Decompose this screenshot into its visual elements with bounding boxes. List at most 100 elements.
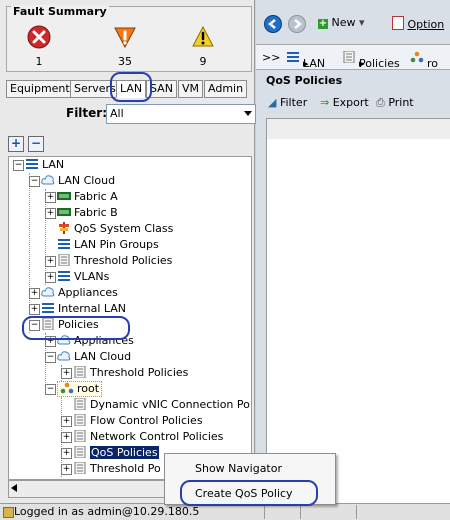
tab-vm[interactable]: VM — [178, 80, 204, 98]
breadcrumb-prefix: >> — [262, 51, 281, 64]
tree-node-root[interactable]: − root — [45, 381, 103, 397]
main-toolbar: + New ▾ Option — [256, 10, 450, 38]
new-button[interactable]: + New ▾ — [318, 16, 365, 29]
new-icon: + — [318, 18, 328, 29]
breadcrumb-item-lan[interactable]: LAN ▸ — [286, 51, 325, 70]
tree-node-qos-system-class[interactable]: QoS System Class — [57, 221, 173, 237]
export-button[interactable]: ⇒ Export — [320, 96, 369, 109]
tree-node-label: LAN Cloud — [74, 350, 132, 363]
expand-all-button[interactable]: + — [8, 136, 24, 152]
cloud-icon — [41, 287, 55, 297]
expand-toggle[interactable]: + — [61, 464, 72, 475]
expand-toggle[interactable]: + — [29, 304, 40, 315]
filter-select[interactable]: All — [106, 104, 256, 124]
breadcrumb-item-policies[interactable]: Policies ▸ — [342, 51, 400, 70]
chevron-down-icon: ▾ — [359, 16, 365, 29]
tree-node-dynamic-vnic[interactable]: Dynamic vNIC Connection Po — [73, 397, 250, 413]
expand-toggle[interactable]: + — [45, 208, 56, 219]
pin-icon — [58, 239, 70, 249]
filter-button[interactable]: ◢ Filter — [268, 96, 307, 109]
expand-toggle[interactable]: + — [61, 448, 72, 459]
lan-tab-highlight — [110, 72, 152, 102]
tree-node-network-control[interactable]: + Network Control Policies — [61, 429, 224, 445]
tree-node-label: Network Control Policies — [90, 430, 224, 443]
collapse-all-button[interactable]: − — [28, 136, 44, 152]
lan-icon — [26, 159, 38, 169]
policy-icon — [58, 254, 70, 266]
options-button[interactable]: Option — [392, 16, 444, 31]
tree-node-label: root — [77, 382, 100, 395]
tree-node-lan[interactable]: − LAN — [13, 157, 64, 173]
tree-node-cloud-threshold-policies[interactable]: + Threshold Policies — [61, 365, 188, 381]
export-icon: ⇒ — [320, 96, 330, 109]
minor-fault-item[interactable]: 9 — [183, 25, 223, 68]
expand-toggle[interactable]: + — [61, 368, 72, 379]
qos-icon — [59, 222, 69, 234]
tree-node-label: Internal LAN — [58, 302, 127, 315]
tree-node-threshold-policies[interactable]: + Threshold Policies — [45, 253, 173, 269]
tree-node-label: Threshold Policies — [74, 254, 173, 267]
expand-toggle[interactable]: + — [45, 272, 56, 283]
qos-policies-table[interactable] — [266, 139, 450, 503]
vlan-icon — [58, 271, 70, 281]
collapse-toggle[interactable]: − — [45, 352, 56, 363]
breadcrumb-item-root[interactable]: ro — [410, 51, 438, 70]
major-fault-icon — [114, 27, 136, 49]
tree-node-appliances[interactable]: + Appliances — [29, 285, 118, 301]
tree-node-label: Threshold Po — [90, 462, 161, 475]
collapse-toggle[interactable]: − — [45, 384, 56, 395]
tree-node-label: Flow Control Policies — [90, 414, 203, 427]
tree-node-qos-policies[interactable]: + QoS Policies — [61, 445, 159, 461]
options-button-label: Option — [407, 18, 445, 31]
scroll-left-icon[interactable] — [11, 484, 17, 492]
policies-highlight — [22, 316, 130, 340]
print-button[interactable]: ⎙ Print — [376, 96, 414, 110]
collapse-toggle[interactable]: − — [13, 160, 24, 171]
tree-node-policies-lan-cloud[interactable]: − LAN Cloud — [45, 349, 132, 365]
tree-node-lan-cloud[interactable]: − LAN Cloud — [29, 173, 115, 189]
tree-node-fabric-b[interactable]: + Fabric B — [45, 205, 118, 221]
back-icon[interactable] — [264, 15, 282, 33]
expand-toggle[interactable]: + — [45, 192, 56, 203]
tree-node-lan-pin-groups[interactable]: LAN Pin Groups — [57, 237, 159, 253]
expand-toggle[interactable]: + — [45, 256, 56, 267]
root-node-frame: root — [57, 381, 103, 397]
policy-icon — [74, 446, 86, 458]
collapse-toggle[interactable]: − — [29, 176, 40, 187]
expand-toggle[interactable]: + — [61, 432, 72, 443]
major-fault-item[interactable]: 35 — [105, 25, 145, 68]
tree-node-vlans[interactable]: + VLANs — [45, 269, 109, 285]
tab-admin[interactable]: Admin — [204, 80, 248, 98]
tree-node-flow-control[interactable]: + Flow Control Policies — [61, 413, 203, 429]
tree-node-label: Dynamic vNIC Connection Po — [90, 398, 250, 411]
expand-toggle[interactable]: + — [61, 416, 72, 427]
new-button-label: New — [331, 16, 356, 29]
tree-node-fabric-a[interactable]: + Fabric A — [45, 189, 118, 205]
tab-equipment[interactable]: Equipment — [6, 80, 74, 98]
lan-icon — [287, 52, 299, 62]
print-button-label: Print — [388, 96, 414, 109]
lan-icon — [42, 303, 54, 313]
status-divider — [356, 505, 357, 519]
create-qos-policy-highlight — [180, 480, 318, 506]
filter-row: Filter: All — [6, 102, 256, 126]
policy-icon — [74, 430, 86, 442]
tree-node-internal-lan[interactable]: + Internal LAN — [29, 301, 127, 317]
expand-toggle[interactable]: + — [29, 288, 40, 299]
tree-guide — [45, 189, 47, 285]
forward-icon[interactable] — [288, 15, 306, 33]
lock-icon — [3, 507, 14, 518]
critical-fault-item[interactable]: 1 — [19, 25, 59, 68]
root-org-icon — [410, 51, 424, 63]
critical-fault-icon — [27, 25, 51, 49]
tree-node-label: QoS Policies — [90, 446, 159, 459]
filter-button-label: Filter — [279, 96, 308, 109]
tree-node-threshold-po[interactable]: + Threshold Po — [61, 461, 161, 477]
policy-icon — [74, 462, 86, 474]
policy-icon — [74, 366, 86, 378]
chevron-right-icon: ▸ — [303, 57, 309, 70]
filter-icon: ◢ — [268, 96, 277, 109]
qos-policies-title: QoS Policies — [266, 74, 343, 87]
policy-icon — [343, 51, 355, 63]
menu-item-show-navigator[interactable]: Show Navigator — [195, 462, 282, 475]
